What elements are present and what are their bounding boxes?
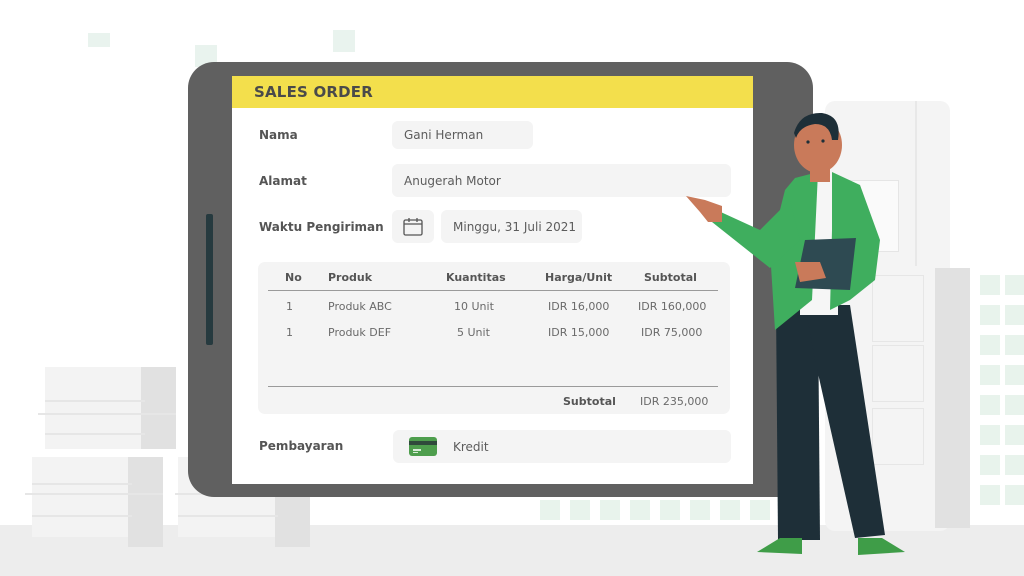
footer-divider	[268, 386, 718, 387]
cell-no: 1	[286, 300, 293, 313]
left-shoe	[757, 538, 802, 554]
salesperson-illustration	[686, 112, 905, 555]
footer-subtotal-label: Subtotal	[563, 395, 616, 408]
paper-stack	[38, 367, 176, 449]
decor-square	[88, 33, 110, 47]
header-divider	[268, 290, 718, 291]
waktu-pengiriman-label: Waktu Pengiriman	[259, 220, 384, 234]
waktu-pengiriman-field[interactable]: Minggu, 31 Juli 2021	[441, 210, 582, 243]
cell-kuantitas: 10 Unit	[454, 300, 494, 313]
cell-harga-unit: IDR 16,000	[548, 300, 610, 313]
credit-card-icon	[409, 437, 437, 456]
cell-kuantitas: 5 Unit	[457, 326, 490, 339]
cabinet-divider	[915, 101, 917, 266]
table-row: 1 Produk DEF 5 Unit IDR 15,000 IDR 75,00…	[258, 326, 730, 344]
alamat-label: Alamat	[259, 174, 307, 188]
page-title: SALES ORDER	[254, 83, 373, 101]
tablet-home-button	[206, 214, 213, 345]
nama-label: Nama	[259, 128, 298, 142]
nama-field[interactable]: Gani Herman	[392, 121, 533, 149]
eye	[821, 139, 825, 143]
alamat-value: Anugerah Motor	[404, 173, 501, 188]
right-shoe	[858, 538, 905, 555]
paper-stack	[25, 457, 168, 547]
column-header-no: No	[285, 271, 302, 284]
calendar-button[interactable]	[392, 210, 434, 243]
pointing-hand	[686, 196, 722, 222]
header-bar: SALES ORDER	[232, 76, 753, 108]
background-grid	[975, 270, 1024, 525]
calendar-icon	[403, 218, 423, 236]
cell-produk: Produk ABC	[328, 300, 392, 313]
eye	[806, 140, 810, 144]
waktu-pengiriman-value: Minggu, 31 Juli 2021	[453, 219, 577, 234]
order-table: No Produk Kuantitas Harga/Unit Subtotal …	[258, 262, 730, 414]
cell-no: 1	[286, 326, 293, 339]
pembayaran-label: Pembayaran	[259, 439, 344, 453]
decor-square	[333, 30, 355, 52]
sales-order-screen: SALES ORDER Nama Gani Herman Alamat Anug…	[232, 76, 753, 484]
cell-harga-unit: IDR 15,000	[548, 326, 610, 339]
table-row: 1 Produk ABC 10 Unit IDR 16,000 IDR 160,…	[258, 300, 730, 318]
cabinet-side	[935, 268, 970, 528]
pembayaran-value: Kredit	[453, 439, 489, 454]
nama-value: Gani Herman	[404, 128, 484, 142]
column-header-harga-unit: Harga/Unit	[545, 271, 613, 284]
cell-produk: Produk DEF	[328, 326, 392, 339]
column-header-kuantitas: Kuantitas	[446, 271, 506, 284]
column-header-produk: Produk	[328, 271, 373, 284]
